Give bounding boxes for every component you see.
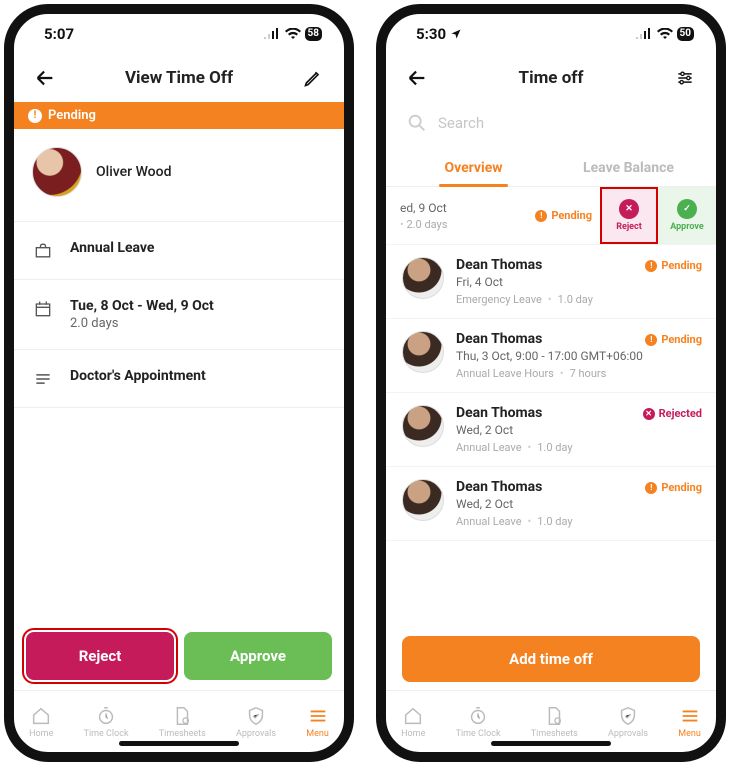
detail-list: Annual Leave Tue, 8 Oct - Wed, 9 Oct 2.0… <box>14 221 344 408</box>
filter-button[interactable] <box>672 65 698 91</box>
status-icons: 50 <box>635 27 694 41</box>
header: View Time Off <box>14 54 344 102</box>
page-title: Time off <box>519 68 584 88</box>
list-item[interactable]: Dean Thomas Wed, 2 Oct Annual Leave•1.0 … <box>386 467 716 541</box>
status-time: 5:07 <box>44 25 74 43</box>
home-indicator <box>491 741 611 746</box>
info-icon: ! <box>28 109 42 123</box>
avatar <box>402 257 444 299</box>
avatar <box>402 331 444 373</box>
search-placeholder: Search <box>438 114 484 132</box>
back-button[interactable] <box>32 65 58 91</box>
status-banner: ! Pending <box>14 102 344 129</box>
entry-date: Wed, 2 Oct <box>456 423 700 437</box>
swiped-date: ed, 9 Oct <box>400 201 535 215</box>
close-icon: ✕ <box>619 199 639 219</box>
status-badge: ! Pending <box>645 481 702 494</box>
list-area: ed, 9 Oct • 2.0 days ! Pending ✕ Reject … <box>386 187 716 626</box>
page-title: View Time Off <box>125 68 233 88</box>
info-icon: ! <box>645 260 657 272</box>
status-bar: 5:07 58 <box>14 14 344 54</box>
status-badge: ! Pending <box>645 333 702 346</box>
swipe-reject-button[interactable]: ✕ Reject <box>600 187 658 244</box>
status-badge: ✕ Rejected <box>643 407 702 420</box>
user-row: Oliver Wood <box>14 129 344 221</box>
swiped-status: ! Pending <box>535 209 592 222</box>
user-name: Oliver Wood <box>96 164 171 180</box>
add-time-off-button[interactable]: Add time off <box>402 636 700 682</box>
tab-overview[interactable]: Overview <box>396 148 551 186</box>
entry-date: Fri, 4 Oct <box>456 275 700 289</box>
segment-tabs: Overview Leave Balance <box>386 148 716 187</box>
action-footer: Reject Approve <box>14 622 344 690</box>
note-text: Doctor's Appointment <box>70 368 206 384</box>
info-icon: ! <box>645 482 657 494</box>
date-range: Tue, 8 Oct - Wed, 9 Oct <box>70 298 214 314</box>
entry-meta: Annual Leave•1.0 day <box>456 515 700 528</box>
entry-meta: Emergency Leave•1.0 day <box>456 293 700 306</box>
status-text: Pending <box>48 108 96 123</box>
edit-button[interactable] <box>300 65 326 91</box>
list-item[interactable]: Dean Thomas Wed, 2 Oct Annual Leave•1.0 … <box>386 393 716 467</box>
close-icon: ✕ <box>643 408 655 420</box>
avatar <box>32 147 82 197</box>
entry-date: Wed, 2 Oct <box>456 497 700 511</box>
info-icon: ! <box>645 334 657 346</box>
tab-approvals[interactable]: Approvals <box>608 705 648 739</box>
swipe-approve-button[interactable]: ✓ Approve <box>658 187 716 244</box>
phone-left: 5:07 58 View Time Off ! Pending Oliver W… <box>4 4 354 762</box>
tab-leave-balance[interactable]: Leave Balance <box>551 148 706 186</box>
avatar <box>402 479 444 521</box>
status-badge: ! Pending <box>645 259 702 272</box>
tab-home[interactable]: Home <box>29 705 53 739</box>
tab-menu[interactable]: Menu <box>678 705 701 739</box>
status-bar: 5:30 50 <box>386 14 716 54</box>
tab-approvals[interactable]: Approvals <box>236 705 276 739</box>
header: Time off <box>386 54 716 102</box>
list-item[interactable]: Dean Thomas Thu, 3 Oct, 9:00 - 17:00 GMT… <box>386 319 716 393</box>
list-item[interactable]: Dean Thomas Fri, 4 Oct Emergency Leave•1… <box>386 245 716 319</box>
avatar <box>402 405 444 447</box>
back-button[interactable] <box>404 65 430 91</box>
entry-meta: Annual Leave•1.0 day <box>456 441 700 454</box>
battery-level: 50 <box>677 27 694 41</box>
tab-home[interactable]: Home <box>401 705 425 739</box>
briefcase-icon <box>32 240 54 261</box>
duration: 2.0 days <box>70 316 214 331</box>
leave-type: Annual Leave <box>70 240 154 256</box>
tab-menu[interactable]: Menu <box>306 705 329 739</box>
date-row: Tue, 8 Oct - Wed, 9 Oct 2.0 days <box>14 280 344 350</box>
tab-timesheets[interactable]: Timesheets <box>531 705 578 739</box>
calendar-icon <box>32 298 54 319</box>
tab-timeclock[interactable]: Time Clock <box>456 705 501 739</box>
tab-timesheets[interactable]: Timesheets <box>159 705 206 739</box>
search-icon <box>406 112 428 134</box>
home-indicator <box>119 741 239 746</box>
swiped-entry: ed, 9 Oct • 2.0 days ! Pending ✕ Reject … <box>386 187 716 245</box>
reject-button[interactable]: Reject <box>26 632 174 680</box>
note-row: Doctor's Appointment <box>14 350 344 408</box>
info-icon: ! <box>535 210 547 222</box>
search-row[interactable]: Search <box>386 102 716 148</box>
check-icon: ✓ <box>677 199 697 219</box>
status-time: 5:30 <box>416 25 462 43</box>
phone-right: 5:30 50 Time off Search Overview Leave B… <box>376 4 726 762</box>
entry-date: Thu, 3 Oct, 9:00 - 17:00 GMT+06:00 <box>456 349 700 363</box>
status-icons: 58 <box>263 27 322 41</box>
tab-timeclock[interactable]: Time Clock <box>84 705 129 739</box>
leave-type-row: Annual Leave <box>14 222 344 280</box>
battery-level: 58 <box>305 27 322 41</box>
entry-meta: Annual Leave Hours•7 hours <box>456 367 700 380</box>
approve-button[interactable]: Approve <box>184 632 332 680</box>
notes-icon <box>32 368 54 389</box>
